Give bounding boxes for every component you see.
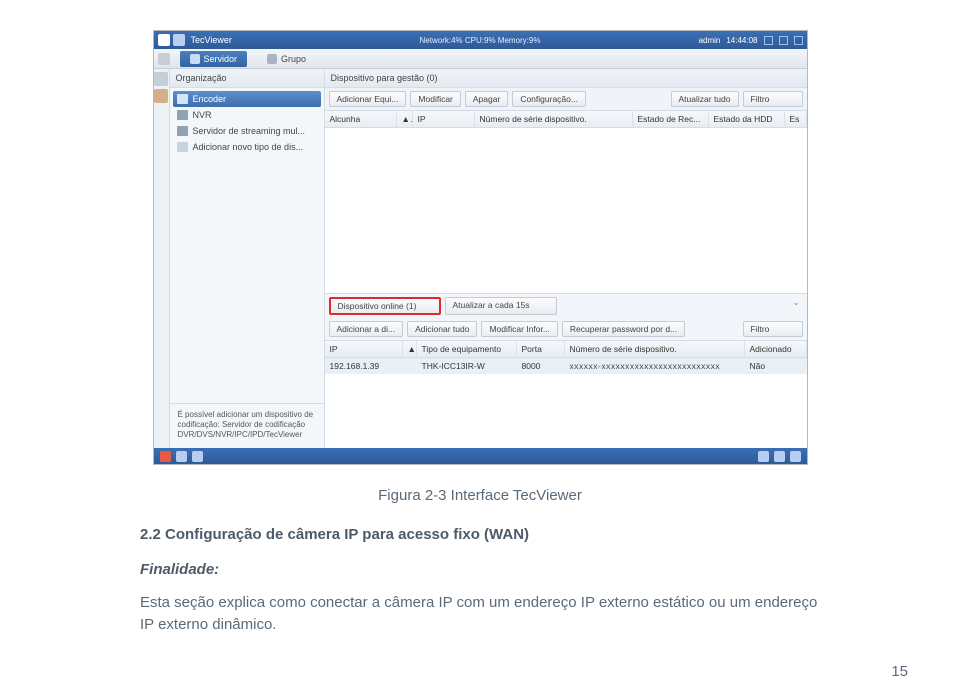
col-serial[interactable]: Número de série dispositivo. [565, 341, 745, 357]
minimize-icon[interactable] [764, 36, 773, 45]
cell-port: 8000 [517, 358, 565, 374]
close-icon[interactable] [794, 36, 803, 45]
upper-title: Dispositivo para gestão (0) [325, 69, 807, 88]
tab-servidor[interactable]: Servidor [180, 51, 248, 67]
sidebar-title: Organização [170, 69, 324, 88]
section-heading: 2.2 Configuração de câmera IP para acess… [140, 526, 820, 543]
gear-icon[interactable] [173, 34, 185, 46]
col-type[interactable]: Tipo de equipamento [417, 341, 517, 357]
alert-icon[interactable] [160, 451, 171, 462]
nvr-icon [177, 110, 188, 120]
streaming-icon [177, 126, 188, 136]
refresh-all-button[interactable]: Atualizar tudo [671, 91, 739, 107]
view-tabs: Servidor Grupo [154, 49, 807, 69]
page-number: 15 [891, 663, 908, 680]
tab-grupo[interactable]: Grupo [257, 52, 316, 66]
status-right-icon[interactable] [774, 451, 785, 462]
delete-button[interactable]: Apagar [465, 91, 508, 107]
content-panel: Dispositivo para gestão (0) Adicionar Eq… [325, 69, 807, 448]
tree-item-add-type[interactable]: Adicionar novo tipo de dis... [173, 139, 321, 155]
col-port[interactable]: Porta [517, 341, 565, 357]
col-added[interactable]: Adicionado [745, 341, 807, 357]
add-all-button[interactable]: Adicionar tudo [407, 321, 477, 337]
left-mini-sidebar [154, 69, 170, 448]
server-icon [190, 54, 200, 64]
collapse-icon[interactable]: ⌄ [793, 297, 803, 315]
statusbar [154, 448, 807, 464]
tab-label: Servidor [204, 54, 238, 64]
upper-grid-body [325, 128, 807, 293]
status-icon[interactable] [176, 451, 187, 462]
config-button[interactable]: Configuração... [512, 91, 586, 107]
col-sort-icon[interactable]: ▲ [397, 111, 413, 127]
titlebar: TecViewer Network:4% CPU:9% Memory:9% ad… [154, 31, 807, 49]
cell-ip: 192.168.1.39 [325, 358, 403, 374]
table-row[interactable]: 192.168.1.39 THK-ICC13IR-W 8000 xxxxxx-x… [325, 358, 807, 374]
col-ip[interactable]: IP [413, 111, 475, 127]
app-name: TecViewer [191, 35, 232, 45]
modify-button[interactable]: Modificar [410, 91, 460, 107]
cell-blank [403, 358, 417, 374]
col-recstate[interactable]: Estado de Rec... [633, 111, 709, 127]
col-serial[interactable]: Número de série dispositivo. [475, 111, 633, 127]
main-area: Organização Encoder NVR Servidor de stre… [170, 69, 807, 448]
lower-toolbar: Adicionar a di... Adicionar tudo Modific… [325, 318, 807, 340]
tree-item-nvr[interactable]: NVR [173, 107, 321, 123]
online-devices-panel: Dispositivo online (1) Atualizar a cada … [325, 294, 807, 448]
modify-info-button[interactable]: Modificar Infor... [481, 321, 557, 337]
maximize-icon[interactable] [779, 36, 788, 45]
add-icon [177, 142, 188, 152]
filter-button[interactable]: Filtro [743, 321, 803, 337]
current-user: admin [699, 36, 721, 45]
status-right-icon[interactable] [758, 451, 769, 462]
mini-icon[interactable] [154, 89, 168, 103]
lower-grid-header: IP ▲ Tipo de equipamento Porta Número de… [325, 340, 807, 358]
menu-icon[interactable] [158, 53, 170, 65]
clock: 14:44:08 [726, 36, 757, 45]
recover-password-button[interactable]: Recuperar password por d... [562, 321, 685, 337]
tree-item-label: Servidor de streaming mul... [193, 126, 306, 136]
figure-caption: Figura 2-3 Interface TecViewer [140, 487, 820, 504]
tree-item-streaming[interactable]: Servidor de streaming mul... [173, 123, 321, 139]
app-window: TecViewer Network:4% CPU:9% Memory:9% ad… [153, 30, 808, 465]
col-sort-icon[interactable]: ▲ [403, 341, 417, 357]
col-alias[interactable]: Alcunha [325, 111, 397, 127]
home-icon[interactable] [158, 34, 170, 46]
tree-item-label: Encoder [193, 94, 227, 104]
cell-added: Não [745, 358, 807, 374]
tab-label: Grupo [281, 54, 306, 64]
network-status: Network:4% CPU:9% Memory:9% [420, 36, 541, 45]
sidebar-note: É possível adicionar um dispositivo de c… [170, 403, 324, 448]
managed-devices-panel: Dispositivo para gestão (0) Adicionar Eq… [325, 69, 807, 294]
body-paragraph: Esta seção explica como conectar a câmer… [140, 592, 820, 636]
group-icon [267, 54, 277, 64]
upper-grid-header: Alcunha ▲ IP Número de série dispositivo… [325, 110, 807, 128]
cell-type: THK-ICC13IR-W [417, 358, 517, 374]
status-icon[interactable] [192, 451, 203, 462]
add-to-device-button[interactable]: Adicionar a di... [329, 321, 404, 337]
document-body: Figura 2-3 Interface TecViewer 2.2 Confi… [140, 487, 820, 636]
tree-item-label: Adicionar novo tipo de dis... [193, 142, 304, 152]
add-equipment-button[interactable]: Adicionar Equi... [329, 91, 407, 107]
device-tree: Encoder NVR Servidor de streaming mul...… [170, 88, 324, 403]
refresh-interval-button[interactable]: Atualizar a cada 15s [445, 297, 557, 315]
lower-grid-body [325, 374, 807, 448]
filter-button[interactable]: Filtro [743, 91, 803, 107]
col-es[interactable]: Es [785, 111, 807, 127]
mini-icon[interactable] [154, 72, 168, 86]
status-right-icon[interactable] [790, 451, 801, 462]
encoder-icon [177, 94, 188, 104]
tree-item-label: NVR [193, 110, 212, 120]
col-ip[interactable]: IP [325, 341, 403, 357]
cell-serial: xxxxxx-xxxxxxxxxxxxxxxxxxxxxxxxx [565, 358, 745, 374]
col-hdd[interactable]: Estado da HDD [709, 111, 785, 127]
online-devices-tab[interactable]: Dispositivo online (1) [329, 297, 441, 315]
lower-tabbar: Dispositivo online (1) Atualizar a cada … [325, 294, 807, 318]
tree-item-encoder[interactable]: Encoder [173, 91, 321, 107]
sidebar: Organização Encoder NVR Servidor de stre… [170, 69, 325, 448]
subheading: Finalidade: [140, 561, 820, 578]
upper-toolbar: Adicionar Equi... Modificar Apagar Confi… [325, 88, 807, 110]
